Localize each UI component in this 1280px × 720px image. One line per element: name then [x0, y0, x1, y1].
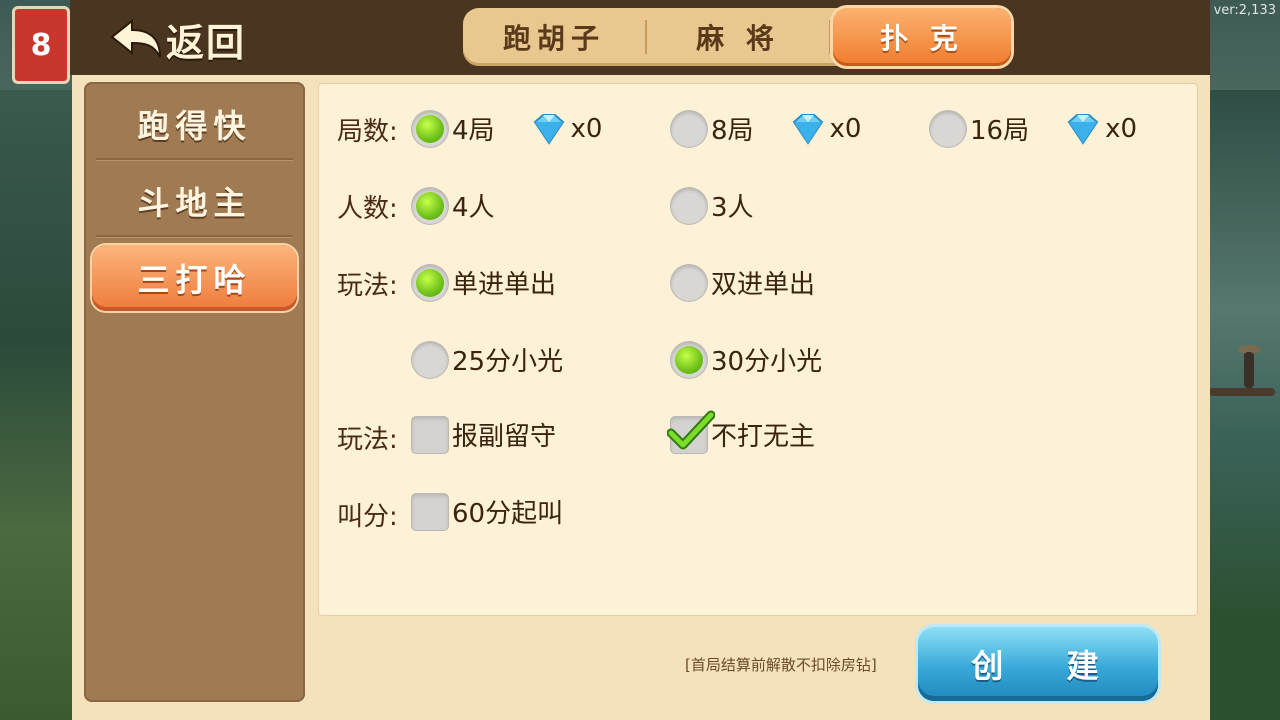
sidebar-item-paodekuai[interactable]: 跑得快 — [84, 86, 305, 162]
dissolve-notice: [首局结算前解散不扣除房钻] — [685, 656, 877, 674]
diamond-cost: x0 — [788, 112, 862, 146]
sidebar-item-sandaha[interactable]: 三打哈 — [92, 245, 297, 311]
play-mode-option-label: 双进单出 — [711, 270, 816, 300]
diamond-count: x0 — [829, 113, 862, 144]
play-mode-option-label: 30分小光 — [711, 347, 823, 377]
diamond-count: x0 — [570, 113, 603, 144]
create-room-button[interactable]: 创 建 — [918, 627, 1158, 701]
diamond-cost: x0 — [529, 112, 603, 146]
diamond-icon — [533, 113, 564, 145]
rounds-option-label: 4局 — [452, 116, 495, 146]
rounds-option-label: 8局 — [711, 116, 754, 146]
sidebar-item-doudizhu[interactable]: 斗地主 — [84, 163, 305, 239]
play-mode-label: 玩法: — [337, 271, 398, 301]
sidebar: 跑得快 斗地主 三打哈 — [84, 82, 305, 702]
rounds-option-16[interactable]: 16局 x0 — [930, 110, 1137, 147]
players-option-4[interactable]: 4人 — [412, 187, 495, 224]
rule-baofu-liushou[interactable]: 报副留守 — [412, 416, 556, 453]
rounds-label: 局数: — [337, 117, 398, 147]
diamond-count: x0 — [1105, 113, 1138, 144]
rule-option-label: 报副留守 — [452, 422, 557, 452]
logo-text: 8 — [30, 27, 52, 63]
play-mode-25-points[interactable]: 25分小光 — [412, 341, 563, 378]
background-scenery-right — [1208, 90, 1280, 720]
radio-selected — [412, 264, 448, 301]
tab-paohuzi[interactable]: 跑胡子 — [463, 8, 645, 66]
play-mode-option-label: 25分小光 — [452, 347, 564, 377]
fisherman — [1244, 352, 1254, 388]
bidding-label: 叫分: — [337, 502, 398, 532]
play-mode-single-in[interactable]: 单进单出 — [412, 264, 556, 301]
version-label: ver:2,133 — [1213, 3, 1276, 18]
play-mode-option-label: 单进单出 — [452, 270, 557, 300]
checkbox-unchecked — [412, 493, 448, 530]
rounds-option-4[interactable]: 4局 x0 — [412, 110, 602, 147]
game-category-tabs: 跑胡子 麻 将 扑 克 — [463, 8, 1011, 66]
radio-selected — [671, 341, 707, 378]
sidebar-divider — [96, 158, 293, 161]
radio-unselected — [671, 187, 707, 224]
players-option-label: 4人 — [452, 193, 495, 223]
radio-unselected — [671, 110, 707, 147]
tab-divider — [829, 20, 831, 54]
sidebar-divider — [96, 235, 293, 238]
game-logo: 8 — [12, 6, 70, 84]
radio-unselected — [412, 341, 448, 378]
rounds-option-8[interactable]: 8局 x0 — [671, 110, 861, 147]
players-option-label: 3人 — [711, 193, 754, 223]
rule-no-trumpless[interactable]: 不打无主 — [667, 410, 816, 453]
checkmark-icon — [667, 410, 715, 449]
play-mode-double-in[interactable]: 双进单出 — [671, 264, 815, 301]
radio-unselected — [930, 110, 966, 147]
checkbox-checked — [667, 410, 715, 453]
background-scenery-left — [0, 90, 72, 720]
options-panel: 局数: 4局 x0 8局 x0 16局 x0 人数: 4人 3人 玩法: 单进单… — [318, 83, 1198, 616]
players-label: 人数: — [337, 194, 398, 224]
rounds-option-label: 16局 — [970, 116, 1030, 146]
play-mode-30-points[interactable]: 30分小光 — [671, 341, 822, 378]
diamond-icon — [1067, 113, 1099, 145]
bid-option-label: 60分起叫 — [452, 499, 564, 529]
checkbox-unchecked — [412, 416, 448, 453]
back-button[interactable]: 返回 — [108, 12, 246, 67]
tab-mahjong[interactable]: 麻 将 — [647, 8, 829, 66]
boat — [1209, 388, 1275, 396]
radio-unselected — [671, 264, 707, 301]
tab-poker[interactable]: 扑 克 — [833, 8, 1011, 66]
back-label: 返回 — [166, 21, 247, 65]
radio-selected — [412, 187, 448, 224]
players-option-3[interactable]: 3人 — [671, 187, 754, 224]
diamond-icon — [792, 113, 823, 145]
play-rules-label: 玩法: — [337, 425, 398, 455]
rule-option-label: 不打无主 — [711, 422, 816, 452]
radio-selected — [412, 110, 448, 147]
bid-start-60[interactable]: 60分起叫 — [412, 493, 563, 530]
back-arrow-icon — [110, 18, 161, 57]
diamond-cost: x0 — [1063, 112, 1137, 146]
